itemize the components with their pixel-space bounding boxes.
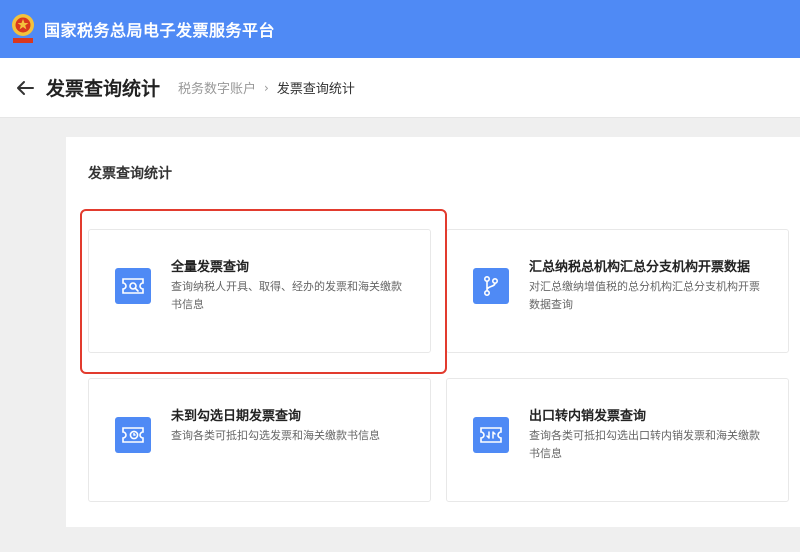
card-branch-invoice-data[interactable]: 汇总纳税总机构汇总分支机构开票数据 对汇总缴纳增值税的总分机构汇总分支机构开票 … xyxy=(446,229,789,353)
card-description: 对汇总缴纳增值税的总分机构汇总分支机构开票 数据查询 xyxy=(529,280,760,311)
card-pending-selection-invoice-query[interactable]: 未到勾选日期发票查询 查询各类可抵扣勾选发票和海关缴款书信息 xyxy=(88,378,431,502)
top-bar: 国家税务总局电子发票服务平台 xyxy=(0,0,800,58)
card-full-invoice-query[interactable]: 全量发票查询 查询纳税人开具、取得、经办的发票和海关缴款 书信息 xyxy=(88,229,431,353)
card-title: 汇总纳税总机构汇总分支机构开票数据 xyxy=(529,260,751,275)
page-header: 发票查询统计 税务数字账户 › 发票查询统计 xyxy=(0,58,800,118)
card-description: 查询各类可抵扣勾选发票和海关缴款书信息 xyxy=(171,429,380,442)
content-panel: 发票查询统计 全量发票查询 查询纳税人开具、取得、经办的发票和海关缴款 书信息 … xyxy=(66,137,800,527)
invoice-search-icon xyxy=(115,268,151,304)
back-button[interactable] xyxy=(12,75,38,101)
branch-icon xyxy=(473,268,509,304)
card-export-to-domestic-invoice-query[interactable]: 出口转内销发票查询 查询各类可抵扣勾选出口转内销发票和海关缴款 书信息 xyxy=(446,378,789,502)
arrow-left-icon xyxy=(17,80,34,95)
tax-emblem-icon xyxy=(10,11,36,47)
chevron-right-icon: › xyxy=(264,80,269,95)
panel-title: 发票查询统计 xyxy=(88,166,172,182)
breadcrumb-current: 发票查询统计 xyxy=(276,82,355,97)
invoice-return-icon xyxy=(473,417,509,453)
card-description: 查询纳税人开具、取得、经办的发票和海关缴款 书信息 xyxy=(171,280,402,311)
breadcrumb-parent-link[interactable]: 税务数字账户 xyxy=(178,78,256,97)
card-title: 全量发票查询 xyxy=(171,260,250,275)
invoice-clock-icon xyxy=(115,417,151,453)
card-description: 查询各类可抵扣勾选出口转内销发票和海关缴款 书信息 xyxy=(529,429,760,460)
breadcrumb: 税务数字账户 › 发票查询统计 xyxy=(178,78,355,98)
card-title: 未到勾选日期发票查询 xyxy=(171,409,302,424)
app-title: 国家税务总局电子发票服务平台 xyxy=(44,21,276,40)
card-title: 出口转内销发票查询 xyxy=(529,409,647,424)
page-title: 发票查询统计 xyxy=(46,78,161,100)
